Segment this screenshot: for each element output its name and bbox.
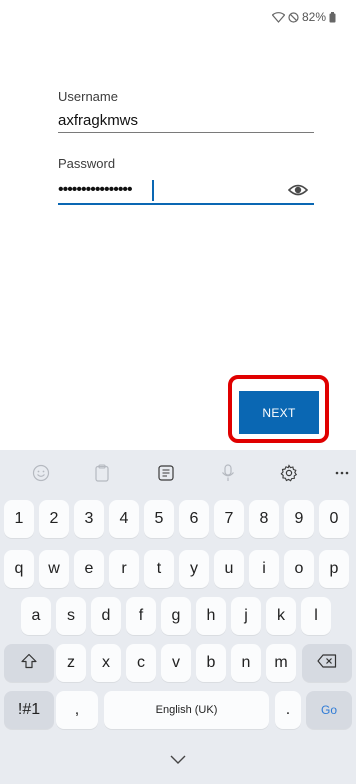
space-key[interactable]: English (UK) [104,691,269,729]
period-key[interactable]: . [275,691,301,729]
key-1[interactable]: 1 [4,500,34,538]
more-icon[interactable] [331,462,353,484]
key-f[interactable]: f [126,597,156,635]
key-5[interactable]: 5 [144,500,174,538]
key-8[interactable]: 8 [249,500,279,538]
key-c[interactable]: c [126,644,156,682]
key-6[interactable]: 6 [179,500,209,538]
comma-key[interactable]: , [56,691,98,729]
text-caret [152,180,154,201]
key-m[interactable]: m [266,644,296,682]
settings-icon[interactable] [278,462,300,484]
key-0[interactable]: 0 [319,500,349,538]
key-g[interactable]: g [161,597,191,635]
key-7[interactable]: 7 [214,500,244,538]
key-v[interactable]: v [161,644,191,682]
symbols-key[interactable]: !#1 [4,691,54,729]
battery-icon [329,11,336,23]
clipboard-icon[interactable] [91,462,113,484]
key-p[interactable]: p [319,550,349,588]
username-label: Username [58,89,118,104]
shift-icon [21,653,37,674]
keyboard-toolbar [0,450,356,496]
username-underline [58,132,314,133]
emoji-icon[interactable] [30,462,52,484]
wifi-icon [271,11,285,23]
key-q[interactable]: q [4,550,34,588]
key-o[interactable]: o [284,550,314,588]
key-j[interactable]: j [231,597,261,635]
key-2[interactable]: 2 [39,500,69,538]
key-l[interactable]: l [301,597,331,635]
key-z[interactable]: z [56,644,86,682]
mic-icon[interactable] [217,462,239,484]
key-d[interactable]: d [91,597,121,635]
key-b[interactable]: b [196,644,226,682]
key-t[interactable]: t [144,550,174,588]
backspace-key[interactable] [302,644,352,682]
key-s[interactable]: s [56,597,86,635]
key-y[interactable]: y [179,550,209,588]
soft-keyboard: 1 2 3 4 5 6 7 8 9 0 q w e r t y u i o p … [0,450,356,784]
status-bar: 82% [0,0,356,36]
key-4[interactable]: 4 [109,500,139,538]
key-k[interactable]: k [266,597,296,635]
next-button[interactable]: NEXT [239,391,319,434]
status-icons: 82% [271,10,336,24]
password-underline [58,203,314,205]
key-r[interactable]: r [109,550,139,588]
hide-keyboard-icon[interactable] [168,753,188,765]
backspace-icon [317,653,337,673]
username-field[interactable]: axfragkmws [58,112,138,129]
key-i[interactable]: i [249,550,279,588]
key-w[interactable]: w [39,550,69,588]
go-key[interactable]: Go [306,691,352,729]
keyboard-mode-icon[interactable] [155,462,177,484]
do-not-disturb-icon [288,11,299,23]
key-9[interactable]: 9 [284,500,314,538]
password-label: Password [58,156,116,171]
battery-percent: 82% [301,10,326,24]
key-a[interactable]: a [21,597,51,635]
show-password-icon[interactable] [287,182,309,198]
key-u[interactable]: u [214,550,244,588]
password-field[interactable]: •••••••••••••••• [58,180,133,200]
key-n[interactable]: n [231,644,261,682]
key-h[interactable]: h [196,597,226,635]
key-3[interactable]: 3 [74,500,104,538]
shift-key[interactable] [4,644,54,682]
key-x[interactable]: x [91,644,121,682]
key-e[interactable]: e [74,550,104,588]
